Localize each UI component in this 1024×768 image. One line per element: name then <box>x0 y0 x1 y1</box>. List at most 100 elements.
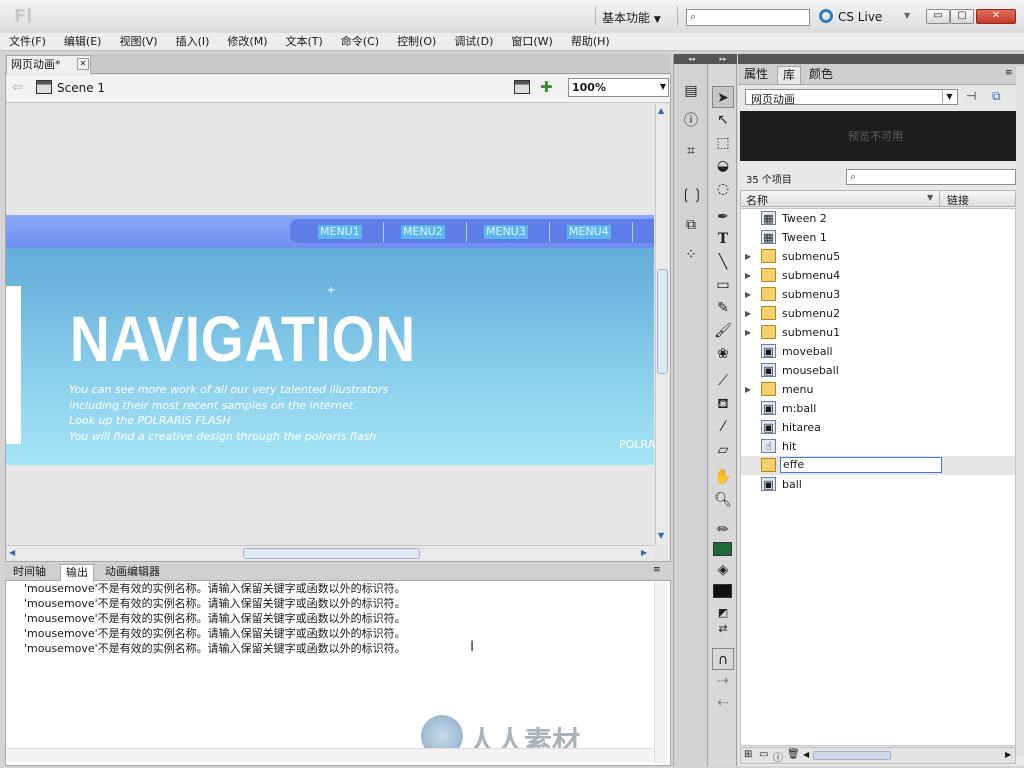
scroll-thumb[interactable] <box>813 751 891 760</box>
tab-timeline[interactable]: 时间轴 <box>8 564 51 581</box>
fill-color-swatch[interactable] <box>713 584 732 598</box>
search-input[interactable]: ⌕ <box>686 9 810 26</box>
menu-commands[interactable]: 命令(C) <box>332 33 388 50</box>
lasso-tool-icon[interactable]: ◌ <box>712 178 734 200</box>
snap-to-objects-icon[interactable]: ∩ <box>712 648 734 670</box>
rectangle-tool-icon[interactable]: ▭ <box>712 274 734 296</box>
panel-menu-icon[interactable]: ≡ <box>1005 68 1013 78</box>
menu-edit[interactable]: 编辑(E) <box>55 33 111 50</box>
close-icon[interactable]: ✕ <box>77 58 89 70</box>
tab-output[interactable]: 输出 <box>60 564 94 581</box>
output-scrollbar[interactable] <box>654 582 668 764</box>
menu-modify[interactable]: 修改(M) <box>218 33 276 50</box>
scroll-left-icon[interactable]: ◀ <box>803 750 809 759</box>
pen-tool-icon[interactable]: ✒ <box>712 206 734 228</box>
zoom-select[interactable]: 100% ▼ <box>568 78 669 97</box>
library-scrollbar[interactable] <box>1016 66 1024 756</box>
menu-debug[interactable]: 调试(D) <box>445 33 502 50</box>
menu-file[interactable]: 文件(F) <box>0 33 55 50</box>
edit-symbols-icon[interactable]: ✚ <box>540 78 553 96</box>
library-item[interactable]: ▣ mouseball <box>741 361 1015 380</box>
menu-view[interactable]: 视图(V) <box>110 33 166 50</box>
library-item[interactable]: ▶ submenu2 <box>741 304 1015 323</box>
scroll-thumb[interactable] <box>657 269 668 374</box>
scroll-up-icon[interactable]: ▲ <box>658 106 664 115</box>
chevron-down-icon[interactable]: ▼ <box>904 11 910 20</box>
column-name[interactable]: 名称 <box>746 192 768 208</box>
properties-icon[interactable]: ⓘ <box>773 749 783 764</box>
fill-color-icon[interactable]: ◈ <box>712 559 734 581</box>
bone-tool-icon[interactable]: ⟋ <box>712 370 734 392</box>
cs-live-button[interactable]: CS Live <box>838 10 882 24</box>
library-document-select[interactable]: 网页动画 ▼ <box>745 89 958 106</box>
expand-arrow-icon[interactable]: ▶ <box>745 380 751 399</box>
maximize-button[interactable]: ▢ <box>950 9 974 24</box>
library-item[interactable]: ▶ submenu5 <box>741 247 1015 266</box>
stroke-color-icon[interactable]: ✏ <box>712 519 734 541</box>
library-item[interactable]: ▣ m:ball <box>741 399 1015 418</box>
zoom-tool-icon[interactable]: 🔍︎ <box>712 489 734 511</box>
library-item[interactable]: ▣ ball <box>741 475 1015 494</box>
scroll-right-icon[interactable]: ▶ <box>641 548 647 557</box>
library-item[interactable]: ▶ menu <box>741 380 1015 399</box>
eraser-tool-icon[interactable]: ▱ <box>712 439 734 461</box>
3d-rotation-tool-icon[interactable]: ◒ <box>712 155 734 177</box>
selection-tool-icon[interactable]: ➤ <box>712 86 734 108</box>
line-tool-icon[interactable]: ╲ <box>712 251 734 273</box>
back-arrow-icon[interactable]: ⇦ <box>12 80 23 95</box>
text-tool-icon[interactable]: T <box>712 228 734 250</box>
pin-icon[interactable]: ⊣ <box>966 89 976 103</box>
tab-library[interactable]: 库 <box>777 66 802 84</box>
menu-text[interactable]: 文本(T) <box>276 33 331 50</box>
align-icon[interactable]: ▤ <box>680 80 702 102</box>
pencil-tool-icon[interactable]: ✎ <box>712 297 734 319</box>
menu-control[interactable]: 控制(O) <box>388 33 445 50</box>
library-item[interactable]: ▶ submenu4 <box>741 266 1015 285</box>
vertical-scrollbar[interactable]: ▲ ▼ <box>655 104 669 544</box>
expand-arrow-icon[interactable]: ▶ <box>745 285 751 304</box>
scroll-down-icon[interactable]: ▼ <box>658 531 664 540</box>
expand-arrow-icon[interactable]: ▶ <box>745 323 751 342</box>
brush-tool-icon[interactable]: 🖌 <box>712 320 734 342</box>
tab-motion-editor[interactable]: 动画编辑器 <box>100 564 165 581</box>
scroll-left-icon[interactable]: ◀ <box>9 548 15 557</box>
expand-arrow-icon[interactable]: ▶ <box>745 304 751 323</box>
paint-bucket-tool-icon[interactable]: ⛾ <box>712 393 734 415</box>
library-item[interactable]: ▣ hitarea <box>741 418 1015 437</box>
deco-tool-icon[interactable]: ❀ <box>712 343 734 365</box>
library-item[interactable]: ☝ hit <box>741 437 1015 456</box>
dock-header[interactable]: ◂◂ <box>674 54 709 64</box>
output-hscrollbar[interactable] <box>7 748 653 762</box>
panel-menu-icon[interactable]: ≡ <box>653 565 661 575</box>
smooth-icon[interactable]: ⇢ <box>712 670 734 692</box>
library-item[interactable]: ▶ submenu3 <box>741 285 1015 304</box>
hand-tool-icon[interactable]: ✋ <box>712 466 734 488</box>
tools-header[interactable]: ▸▸ <box>709 54 737 64</box>
transform-icon[interactable]: ⌗ <box>680 140 702 162</box>
new-folder-icon[interactable]: ▭ <box>759 749 768 760</box>
delete-icon[interactable]: 🗑 <box>787 749 800 760</box>
library-item[interactable]: ▶ submenu1 <box>741 323 1015 342</box>
scroll-right-icon[interactable]: ▶ <box>1005 750 1011 759</box>
new-library-icon[interactable]: ⧉ <box>992 89 1001 104</box>
edit-scene-icon[interactable] <box>514 80 530 94</box>
tab-properties[interactable]: 属性 <box>739 66 773 84</box>
minimize-button[interactable]: ▭ <box>926 9 950 24</box>
sort-icon[interactable]: ▼ <box>927 193 933 202</box>
new-symbol-icon[interactable]: ⊞ <box>744 749 752 760</box>
column-linkage[interactable]: 链接 <box>947 192 969 208</box>
library-item[interactable]: effe <box>741 456 1015 475</box>
close-button[interactable]: ✕ <box>976 9 1016 24</box>
subselection-tool-icon[interactable]: ↖ <box>712 109 734 131</box>
info-icon[interactable]: ⓘ <box>680 110 702 132</box>
menu-window[interactable]: 窗口(W) <box>502 33 561 50</box>
swap-colors-icon[interactable]: ⇄ <box>712 618 734 640</box>
straighten-icon[interactable]: ⇠ <box>712 692 734 714</box>
expand-arrow-icon[interactable]: ▶ <box>745 266 751 285</box>
workspace-switcher[interactable]: 基本功能 ▼ <box>602 9 661 26</box>
actions-icon[interactable]: ❲❳ <box>680 184 703 206</box>
components-icon[interactable]: ⧉ <box>680 214 702 236</box>
menu-insert[interactable]: 插入(I) <box>167 33 219 50</box>
library-item[interactable]: ▦ Tween 2 <box>741 209 1015 228</box>
expand-arrow-icon[interactable]: ▶ <box>745 247 751 266</box>
